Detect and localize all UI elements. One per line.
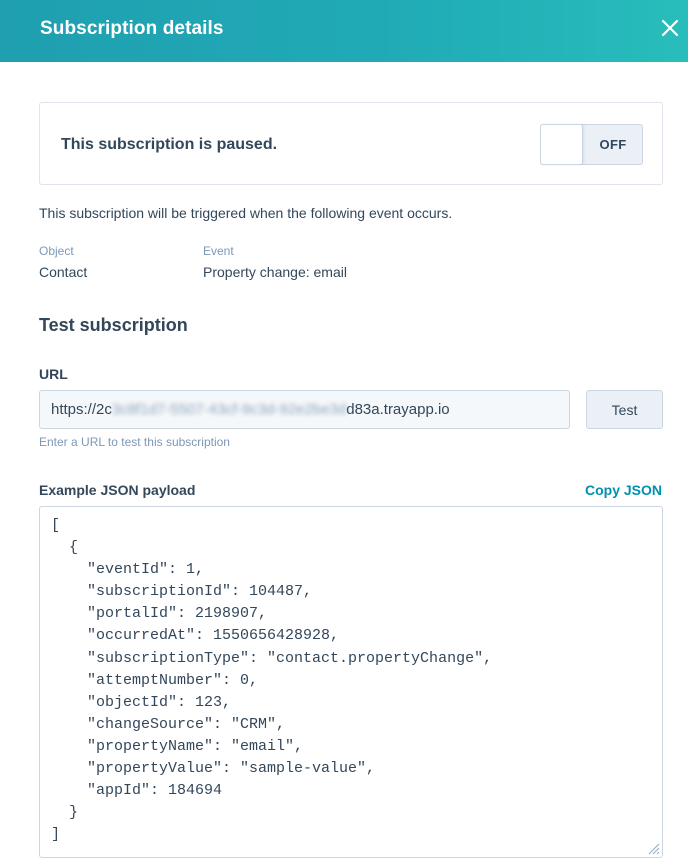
object-label: Object <box>39 244 74 258</box>
url-prefix: https://2c <box>51 401 112 418</box>
json-payload-textarea[interactable]: [ { "eventId": 1, "subscriptionId": 1044… <box>39 506 663 858</box>
resize-handle-icon[interactable] <box>646 841 660 855</box>
url-suffix: d83a.trayapp.io <box>346 401 450 418</box>
modal-title: Subscription details <box>40 18 224 39</box>
subscription-toggle[interactable]: OFF <box>540 124 643 165</box>
test-button[interactable]: Test <box>586 390 663 429</box>
object-value: Contact <box>39 264 88 280</box>
json-payload-text: [ { "eventId": 1, "subscriptionId": 1044… <box>51 517 493 844</box>
test-subscription-heading: Test subscription <box>39 315 188 335</box>
close-icon <box>661 19 679 37</box>
toggle-label: OFF <box>599 137 627 152</box>
status-card: This subscription is paused. OFF <box>39 102 663 185</box>
toggle-knob <box>540 124 583 165</box>
event-value: Property change: email <box>203 264 347 280</box>
modal-header: Subscription details <box>0 0 688 62</box>
status-message: This subscription is paused. <box>61 136 278 153</box>
payload-label: Example JSON payload <box>39 482 196 498</box>
event-label: Event <box>203 244 234 258</box>
close-button[interactable] <box>654 12 686 44</box>
url-help-text: Enter a URL to test this subscription <box>39 435 230 449</box>
url-label: URL <box>39 366 68 382</box>
copy-json-link[interactable]: Copy JSON <box>585 482 662 498</box>
url-redacted: 3c8f1d7-5507-43cf-9c3d-92e2be3d <box>111 401 347 418</box>
trigger-description: This subscription will be triggered when… <box>39 205 453 221</box>
url-input[interactable]: https://2c3c8f1d7-5507-43cf-9c3d-92e2be3… <box>39 390 570 429</box>
